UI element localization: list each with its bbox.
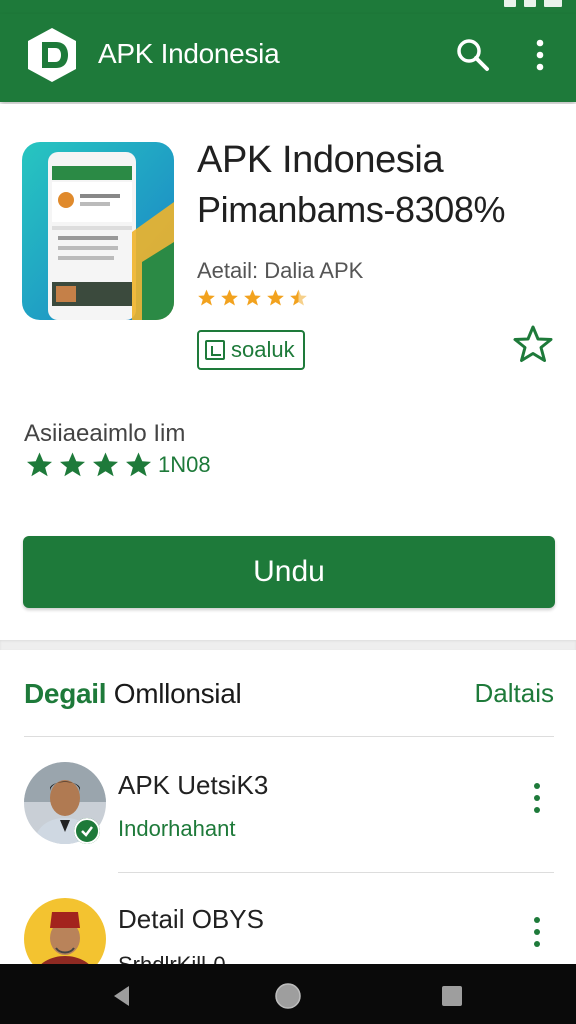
list-item[interactable]: APK UetsiK3 Indorhahant [0,750,576,860]
section-title: Degail Omllonsial [24,678,242,710]
star-icon [93,452,118,477]
star-icon [27,452,52,477]
tag-icon [205,340,225,360]
recents-icon[interactable] [440,984,464,1008]
battery-icon [544,0,562,7]
section-title-rest: Omllonsial [113,678,242,709]
list-item-title: APK UetsiK3 [118,770,269,800]
home-icon[interactable] [274,982,302,1010]
app-bar-title: APK Indonesia [98,38,280,69]
signal-icon [504,0,516,7]
star-icon [221,289,238,306]
app-screen: APK Indonesia APK Indonesia Pimanbams-83… [0,0,576,1024]
section-divider [0,640,576,650]
list-item-subtitle: Indorhahant [118,816,236,841]
star-half-icon [290,289,307,306]
status-bar [0,0,576,14]
star-icon [60,452,85,477]
star-icon [126,452,151,477]
app-star-rating [196,288,309,308]
star-outline-icon[interactable] [512,324,554,364]
rating-summary: 1N08 [24,450,211,480]
download-button[interactable]: Undu [23,536,555,608]
back-icon[interactable] [110,984,134,1008]
rating-label: Asiiaeaimlo Iim [24,420,186,447]
more-vert-icon[interactable] [530,914,544,950]
app-subtitle: Pimanbams-8308% [197,189,506,230]
app-bar: APK Indonesia [0,14,576,102]
section-details-link[interactable]: Daltais [475,678,554,709]
list-item-title: Detail OBYS [118,904,264,934]
more-vert-icon[interactable] [522,34,558,76]
category-tag[interactable]: soaluk [197,330,305,370]
app-screenshot-thumbnail[interactable] [22,142,174,320]
star-icon [198,289,215,306]
star-icon [267,289,284,306]
app-detail-text: Aetail: Dalia APK [197,258,364,283]
system-navigation-bar [0,964,576,1024]
app-name: APK Indonesia [197,139,444,181]
section-title-bold: Degail [24,678,107,709]
verified-check-icon [74,818,100,844]
rating-count: 1N08 [158,452,211,477]
star-icon [244,289,261,306]
related-section: Degail Omllonsial Daltais APK UetsiK3 In… [0,650,576,980]
wifi-icon [524,0,536,7]
divider [118,872,554,873]
app-logo-icon [28,28,76,82]
app-detail-card: APK Indonesia Pimanbams-8308% Aetail: Da… [0,104,576,640]
search-icon[interactable] [452,34,494,76]
divider [24,736,554,737]
category-tag-label: soaluk [231,337,295,362]
more-vert-icon[interactable] [530,780,544,816]
